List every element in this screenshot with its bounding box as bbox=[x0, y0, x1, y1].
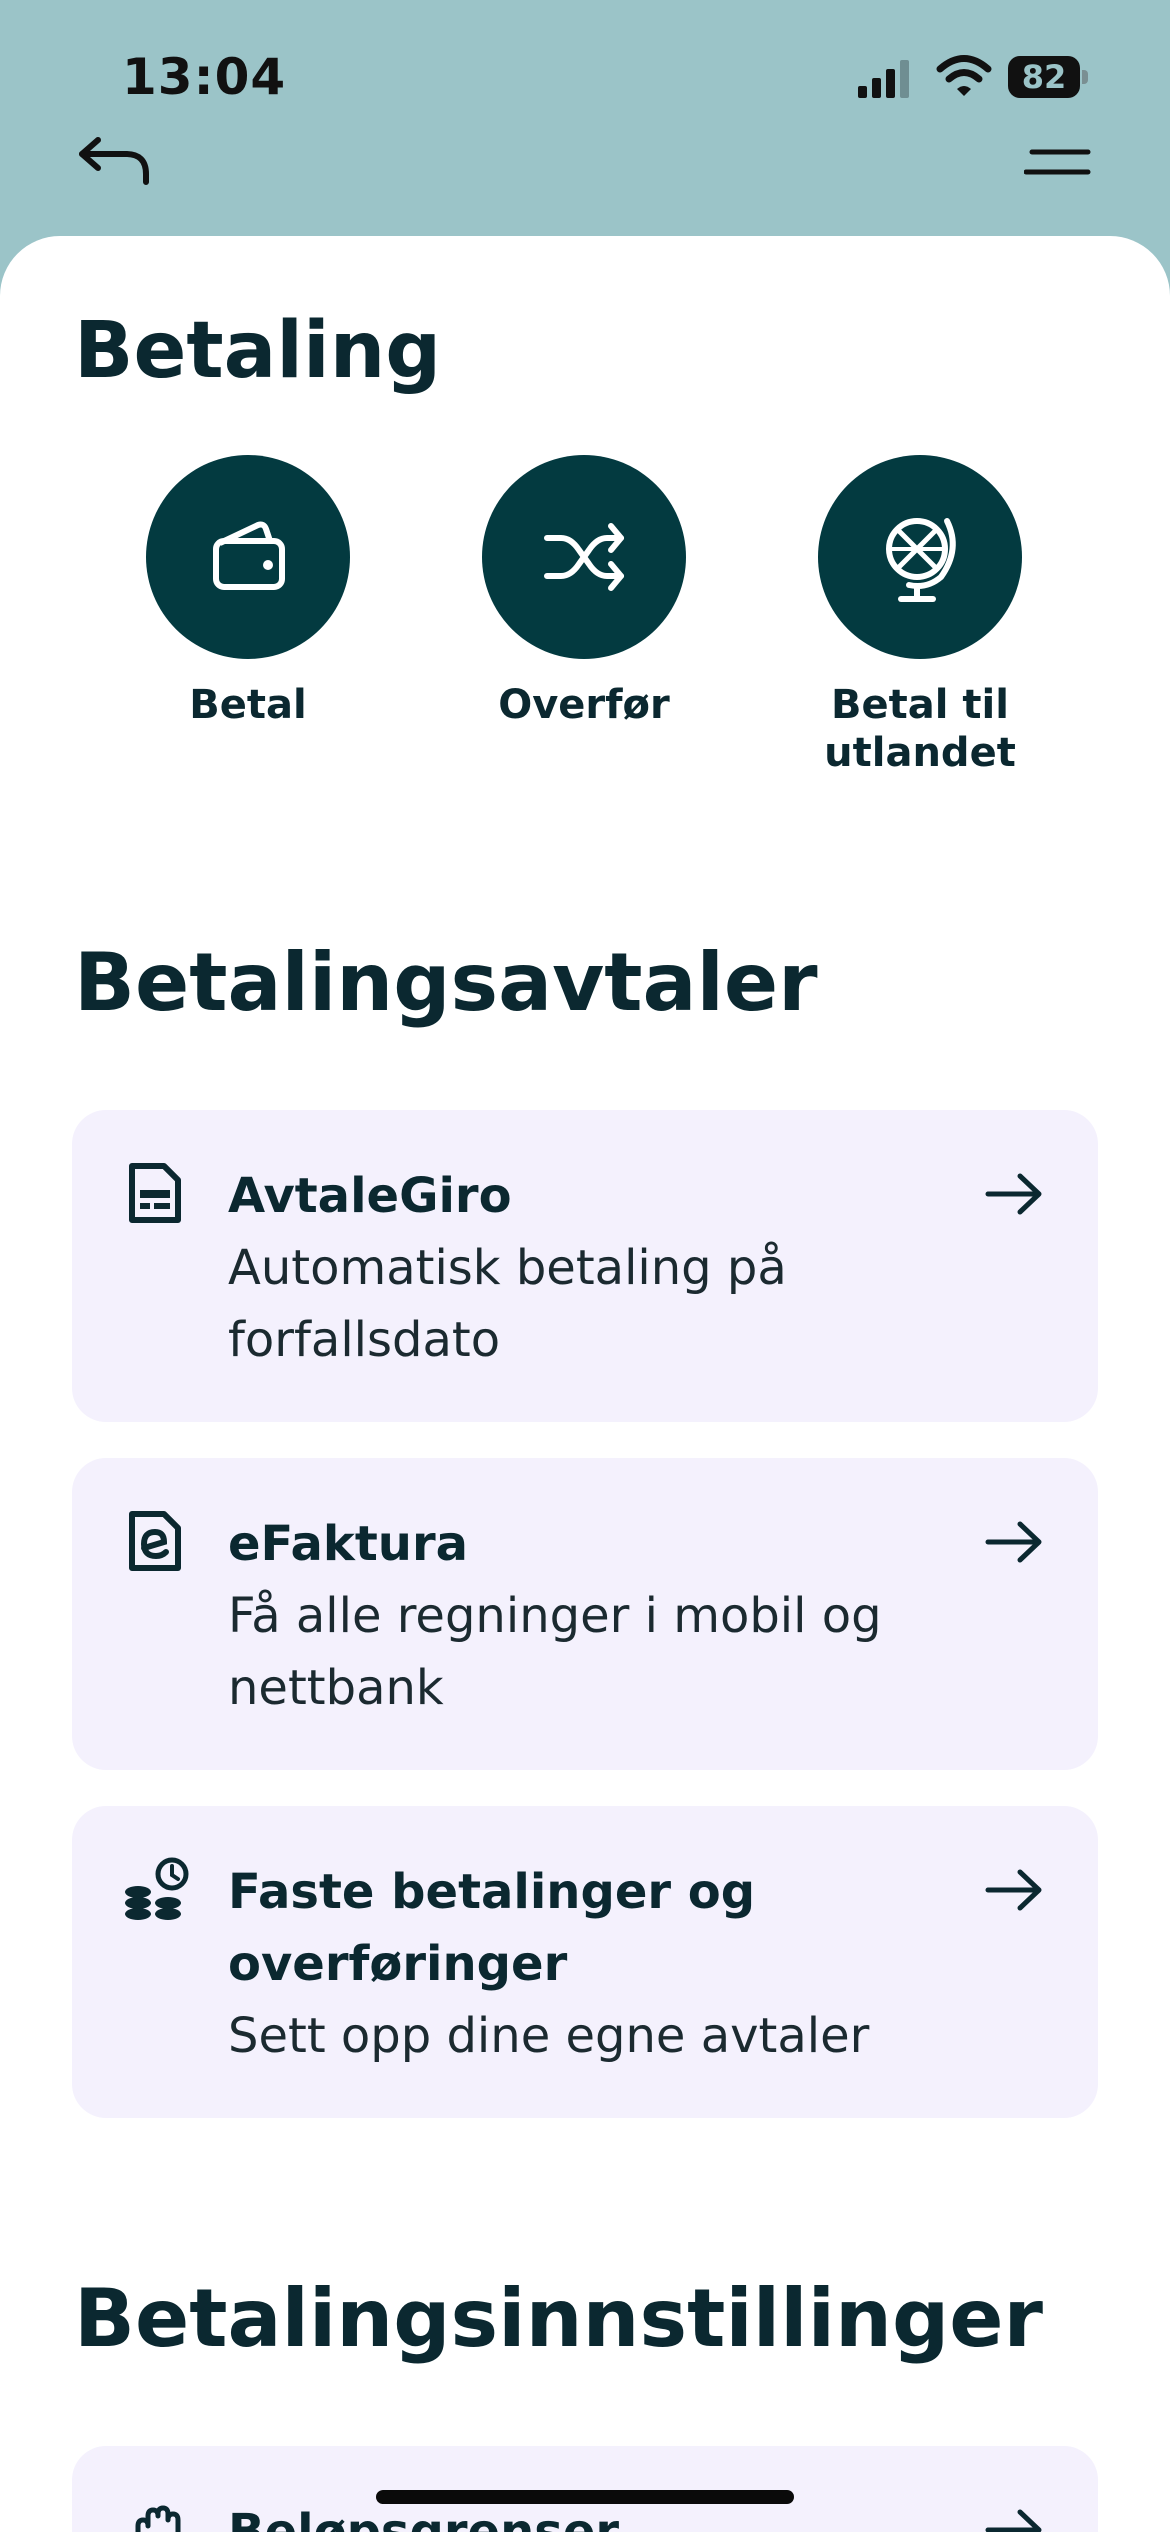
card-description: Få alle regninger i mobil og nettbank bbox=[228, 1588, 882, 1716]
quick-action-transfer[interactable]: Overfør bbox=[482, 455, 686, 729]
efaktura-document-icon bbox=[129, 1511, 181, 1571]
card-description: Sett opp dine egne avtaler bbox=[228, 2008, 870, 2064]
home-indicator[interactable] bbox=[376, 2490, 794, 2504]
cellular-signal-icon bbox=[858, 60, 909, 98]
invoice-document-icon bbox=[129, 1163, 181, 1223]
card-title: AvtaleGiro bbox=[228, 1168, 512, 1224]
card-title: eFaktura bbox=[228, 1516, 469, 1572]
card-amount-limits[interactable]: Beløpsgrenser bbox=[72, 2446, 1098, 2532]
arrow-right-icon bbox=[985, 2509, 1042, 2532]
card-avtalegiro[interactable]: AvtaleGiro Automatisk betaling på forfal… bbox=[72, 1110, 1098, 1422]
back-arrow-icon[interactable] bbox=[76, 134, 152, 186]
battery-level: 82 bbox=[1021, 58, 1067, 96]
menu-icon[interactable] bbox=[1024, 146, 1092, 180]
shuffle-icon bbox=[544, 523, 624, 591]
arrow-right-icon bbox=[985, 1869, 1042, 1911]
status-time: 13:04 bbox=[122, 48, 287, 106]
wallet-icon bbox=[213, 521, 285, 590]
page-title: Betaling bbox=[74, 306, 442, 396]
section-heading-settings: Betalingsinnstillinger bbox=[74, 2272, 1043, 2365]
section-heading-agreements: Betalingsavtaler bbox=[74, 936, 818, 1029]
card-description: Automatisk betaling på forfallsdato bbox=[228, 1240, 787, 1368]
card-title: Faste betalinger og overføringer bbox=[228, 1864, 756, 1992]
quick-action-label: Overfør bbox=[498, 682, 670, 728]
hand-icon bbox=[135, 2505, 181, 2532]
quick-action-label: Betal bbox=[189, 682, 307, 728]
globe-icon bbox=[886, 518, 956, 602]
card-efaktura[interactable]: eFaktura Få alle regninger i mobil og ne… bbox=[72, 1458, 1098, 1770]
quick-action-pay[interactable]: Betal bbox=[146, 455, 350, 729]
quick-action-pay-abroad[interactable]: Betal til utlandet bbox=[818, 455, 1022, 777]
arrow-right-icon bbox=[985, 1173, 1042, 1215]
wifi-icon bbox=[936, 55, 992, 96]
arrow-right-icon bbox=[985, 1521, 1042, 1563]
status-bar: 13:04 82 bbox=[0, 0, 1170, 150]
quick-action-label: Betal til utlandet bbox=[824, 682, 1016, 776]
card-standing-payments[interactable]: Faste betalinger og overføringer Sett op… bbox=[72, 1806, 1098, 2118]
coins-clock-icon bbox=[125, 1857, 189, 1920]
battery-icon: 82 bbox=[1008, 56, 1090, 98]
